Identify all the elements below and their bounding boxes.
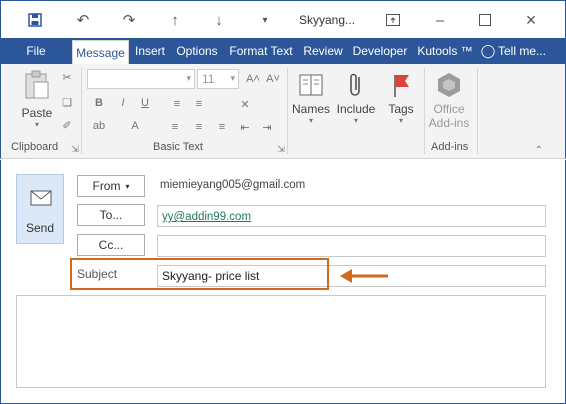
paste-button[interactable]: Paste ▾ (15, 70, 59, 129)
from-label: From (92, 179, 121, 193)
from-value: miemieyang005@gmail.com (160, 179, 306, 191)
tab-insert[interactable]: Insert (130, 38, 170, 64)
redo-icon[interactable]: ↷ (119, 10, 139, 30)
tab-options[interactable]: Options (172, 38, 222, 64)
tab-developer[interactable]: Developer (349, 38, 411, 64)
highlight-icon[interactable]: ab (91, 118, 107, 134)
send-button[interactable]: Send (16, 174, 64, 244)
grow-font-icon[interactable]: A˄ (245, 71, 261, 87)
include-button[interactable]: Include ▾ (333, 70, 379, 125)
ribbon: Paste ▾ ✂ ❏ ✐ Clipboard ⇲ ▾ 11 ▾ A˄ A˅ ≡… (0, 64, 566, 159)
separator (287, 68, 288, 154)
chevron-down-icon: ▾ (186, 73, 191, 83)
hexagon-icon (434, 70, 464, 100)
font-name-combo[interactable]: ▾ (87, 69, 195, 89)
address-book-icon (296, 70, 326, 100)
addins-group-label: Add-ins (431, 141, 469, 153)
bullets-icon[interactable]: ≡ (169, 96, 185, 112)
tab-message[interactable]: Message (72, 40, 129, 64)
message-body[interactable] (16, 295, 546, 388)
cut-icon[interactable]: ✂ (59, 69, 75, 85)
tags-label: Tags (388, 102, 414, 116)
increase-indent-icon[interactable]: ⇥ (259, 119, 275, 135)
shrink-font-icon[interactable]: A˅ (265, 71, 281, 87)
customize-icon[interactable]: ▾ (255, 10, 275, 30)
chevron-down-icon: ▾ (308, 116, 313, 125)
from-button[interactable]: From ▾ (77, 175, 145, 197)
align-center-icon[interactable]: ≡ (191, 119, 207, 135)
cc-field[interactable] (157, 235, 546, 257)
to-label: To... (99, 208, 123, 222)
office-addins-label-line1: Office (433, 102, 465, 116)
font-size-value: 11 (202, 72, 215, 86)
chevron-down-icon: ▾ (34, 120, 39, 129)
ribbon-tabs: File Message Insert Options Format Text … (0, 38, 566, 64)
paperclip-icon (341, 70, 371, 100)
copy-icon[interactable]: ❏ (59, 94, 75, 110)
tell-me-search[interactable]: Tell me... (498, 38, 556, 64)
include-label: Include (336, 102, 376, 116)
up-arrow-icon[interactable]: ↑ (165, 10, 185, 30)
clear-formatting-icon[interactable]: ✕ (237, 96, 253, 112)
chevron-down-icon: ▾ (230, 73, 235, 83)
underline-button[interactable]: U (137, 95, 153, 111)
office-addins-button[interactable]: Office Add-ins (425, 70, 473, 130)
lightbulb-icon: ◯ (480, 43, 496, 58)
save-icon[interactable] (25, 10, 45, 30)
cc-button[interactable]: Cc... (77, 234, 145, 256)
decrease-indent-icon[interactable]: ⇤ (237, 119, 253, 135)
chevron-down-icon: ▾ (125, 181, 130, 191)
send-label: Send (25, 221, 55, 235)
clipboard-group-label: Clipboard (11, 141, 59, 153)
pointer-arrow-icon (340, 266, 390, 286)
office-addins-label-line2: Add-ins (428, 116, 470, 130)
subject-highlight-box (70, 258, 329, 290)
align-right-icon[interactable]: ≡ (214, 119, 230, 135)
flag-icon (386, 70, 416, 100)
font-size-combo[interactable]: 11 ▾ (197, 69, 239, 89)
title-bar: ↶ ↷ ↑ ↓ ▾ Skyyang... – × (0, 0, 566, 38)
collapse-ribbon-icon[interactable]: ⌃ (531, 142, 547, 158)
undo-icon[interactable]: ↶ (73, 10, 93, 30)
cc-label: Cc... (98, 238, 124, 252)
tab-file[interactable]: File (0, 38, 72, 64)
clipboard-icon (22, 70, 52, 100)
align-left-icon[interactable]: ≡ (167, 119, 183, 135)
format-painter-icon[interactable]: ✐ (59, 117, 75, 133)
down-arrow-icon[interactable]: ↓ (209, 10, 229, 30)
separator (477, 68, 478, 154)
names-label: Names (291, 102, 330, 116)
tags-button[interactable]: Tags ▾ (381, 70, 421, 125)
basic-text-group-label: Basic Text (153, 141, 203, 153)
tab-format-text[interactable]: Format Text (225, 38, 297, 64)
to-field[interactable]: yy@addin99.com (157, 205, 546, 227)
close-icon[interactable]: × (521, 10, 541, 30)
separator (81, 68, 82, 154)
tab-kutools[interactable]: Kutools ™ (414, 38, 476, 64)
envelope-icon (30, 189, 52, 210)
tab-review[interactable]: Review (300, 38, 346, 64)
italic-button[interactable]: I (115, 95, 131, 111)
maximize-icon[interactable] (475, 10, 495, 30)
minimize-icon[interactable]: – (430, 10, 450, 30)
paste-label: Paste (21, 106, 53, 120)
font-color-icon[interactable]: A (127, 118, 143, 134)
bold-button[interactable]: B (91, 95, 107, 111)
chevron-down-icon: ▾ (398, 116, 403, 125)
window-title: Skyyang... (299, 13, 356, 27)
restore-icon[interactable] (383, 10, 403, 30)
to-button[interactable]: To... (77, 204, 145, 226)
to-recipient[interactable]: yy@addin99.com (162, 211, 251, 223)
names-button[interactable]: Names ▾ (289, 70, 333, 125)
numbering-icon[interactable]: ≡ (191, 96, 207, 112)
chevron-down-icon: ▾ (353, 116, 358, 125)
